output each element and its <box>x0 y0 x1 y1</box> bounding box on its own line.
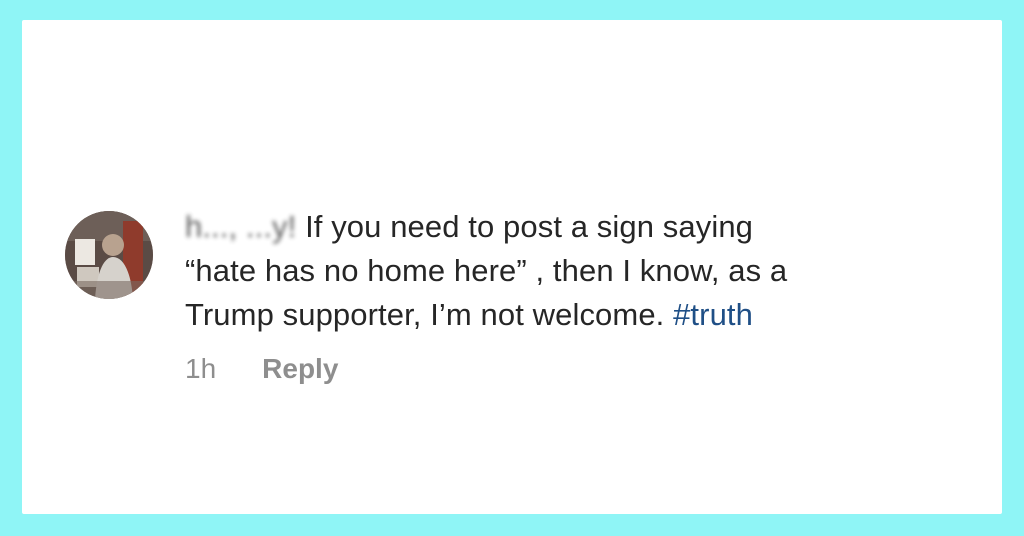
comment-body: h..., ...y! If you need to post a sign s… <box>185 205 985 385</box>
comment-text-line-1: If you need to post a sign saying <box>296 209 753 244</box>
username[interactable]: h..., ...y! <box>185 209 296 244</box>
hashtag-link[interactable]: #truth <box>673 297 753 332</box>
comment-text-line-2: “hate has no home here” , then I know, a… <box>185 253 788 288</box>
screenshot-card: h..., ...y! If you need to post a sign s… <box>22 20 1002 514</box>
avatar-photo-icon <box>65 211 153 299</box>
comment-text-line-3: Trump supporter, I’m not welcome. <box>185 297 674 332</box>
reply-button[interactable]: Reply <box>262 353 338 385</box>
timestamp: 1h <box>185 353 217 384</box>
comment-meta: 1h Reply <box>185 353 985 385</box>
avatar[interactable] <box>65 211 153 299</box>
comment-text: h..., ...y! If you need to post a sign s… <box>185 205 985 337</box>
